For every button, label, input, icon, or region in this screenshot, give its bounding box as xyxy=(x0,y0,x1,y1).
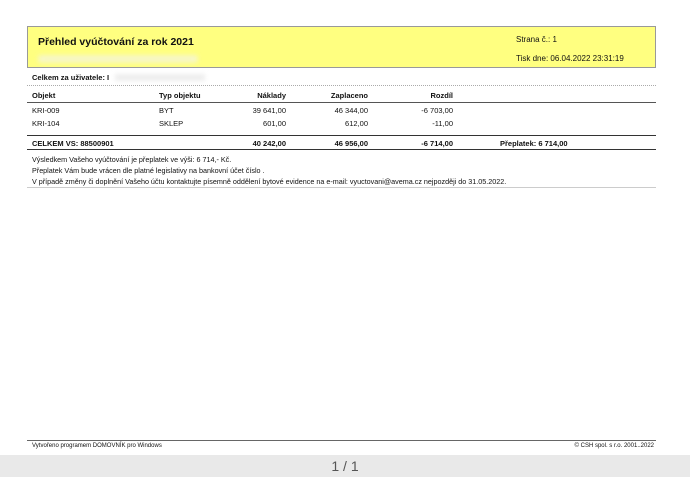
cell-zaplaceno: 46 344,00 xyxy=(334,106,368,115)
page-number: Strana č.: 1 xyxy=(516,35,557,44)
total-naklady: 40 242,00 xyxy=(252,139,286,148)
cell-rozdil: -6 703,00 xyxy=(421,106,453,115)
col-zaplaceno: Zaplaceno xyxy=(330,91,368,100)
cell-typ: SKLEP xyxy=(159,119,184,128)
footer-program: Vytvořeno programem DOMOVNÍK pro Windows xyxy=(32,443,162,449)
col-rozdil: Rozdíl xyxy=(430,91,454,100)
col-naklady: Náklady xyxy=(257,91,286,100)
page-indicator: 1 / 1 xyxy=(331,458,359,474)
report-title: Přehled vyúčtování za rok 2021 xyxy=(38,36,194,48)
notes: Výsledkem Vašeho vyúčtování je přeplatek… xyxy=(32,154,506,187)
note-line: V případě změny či doplnění Vašeho účtu … xyxy=(32,177,507,186)
cell-objekt: KRI-104 xyxy=(32,119,60,128)
divider xyxy=(27,187,656,188)
note-line: Výsledkem Vašeho vyúčtování je přeplatek… xyxy=(32,155,232,164)
total-label: CELKEM VS: 88500901 xyxy=(32,139,114,148)
footer-divider xyxy=(27,440,656,441)
total-preplatek: Přeplatek: 6 714,00 xyxy=(500,139,568,148)
footer-copyright: © CSH spol. s r.o. 2001..2022 xyxy=(574,443,654,449)
divider xyxy=(27,85,656,86)
print-date: Tisk dne: 06.04.2022 23:31:19 xyxy=(516,54,624,63)
table-total-row: CELKEM VS: 88500901 40 242,00 46 956,00 … xyxy=(27,135,656,150)
cell-zaplaceno: 612,00 xyxy=(345,119,368,128)
cell-naklady: 601,00 xyxy=(263,119,286,128)
document-page: Přehled vyúčtování za rok 2021 Strana č.… xyxy=(0,0,690,455)
col-objekt: Objekt xyxy=(32,91,56,100)
table-header: Objekt Typ objektu Náklady Zaplaceno Roz… xyxy=(27,88,656,103)
cell-typ: BYT xyxy=(159,106,174,115)
report-header: Přehled vyúčtování za rok 2021 Strana č.… xyxy=(27,26,656,68)
cell-rozdil: -11,00 xyxy=(432,119,453,128)
cell-naklady: 39 641,00 xyxy=(252,106,286,115)
note-line: Přeplatek Vám bude vrácen dle platné leg… xyxy=(32,166,265,175)
table-row: KRI-104 SKLEP 601,00 612,00 -11,00 xyxy=(27,116,656,129)
col-typ: Typ objektu xyxy=(159,91,201,100)
total-rozdil: -6 714,00 xyxy=(421,139,453,148)
total-zaplaceno: 46 956,00 xyxy=(334,139,368,148)
table-row: KRI-009 BYT 39 641,00 46 344,00 -6 703,0… xyxy=(27,103,656,116)
cell-objekt: KRI-009 xyxy=(32,106,60,115)
user-total-label: Celkem za uživatele: I xyxy=(32,73,110,82)
redacted-address xyxy=(38,55,198,63)
billing-table: Objekt Typ objektu Náklady Zaplaceno Roz… xyxy=(27,88,656,150)
redacted-user xyxy=(115,74,205,81)
